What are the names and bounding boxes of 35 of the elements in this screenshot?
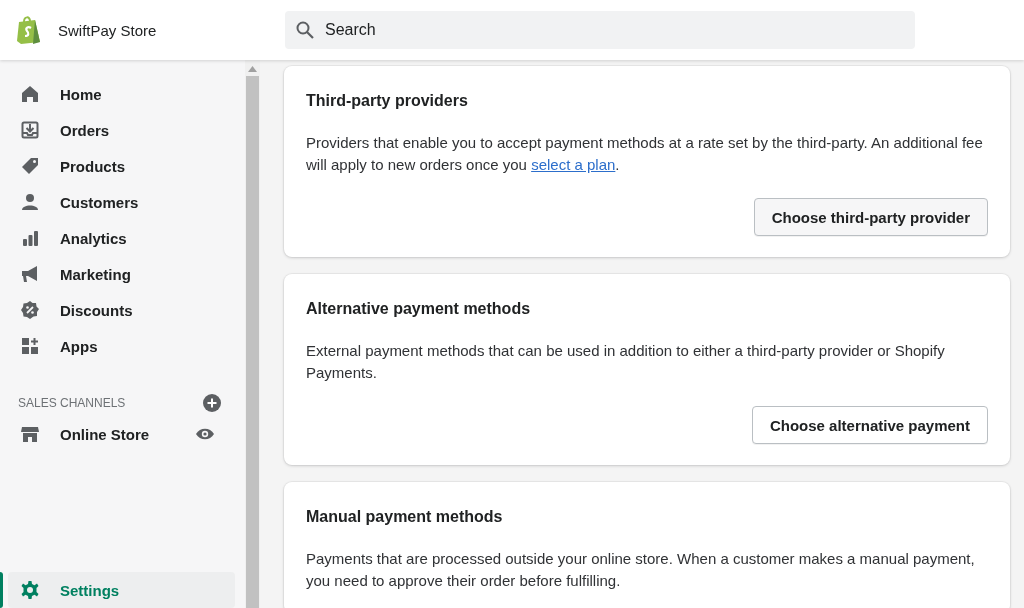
nav-item[interactable]: Home xyxy=(0,76,235,112)
nav-item[interactable]: Discounts xyxy=(0,292,235,328)
nav-item[interactable]: Online Store xyxy=(0,416,235,452)
store-name: SwiftPay Store xyxy=(58,21,157,39)
storefront-icon xyxy=(20,424,40,444)
nav-item[interactable]: Marketing xyxy=(0,256,235,292)
choose-button[interactable]: Choose third-party provider xyxy=(753,198,988,236)
apps-icon xyxy=(20,336,40,356)
card-title: Alternative payment methods xyxy=(306,300,532,318)
megaphone-icon xyxy=(20,264,40,284)
card-description: External payment methods that can be used in addition to either a third-party provider or Shopify Payments. xyxy=(306,341,946,383)
card-title: Manual payment methods xyxy=(306,508,504,526)
bar-chart-icon xyxy=(20,228,40,248)
nav-item[interactable]: Products xyxy=(0,148,235,184)
nav-item[interactable]: Analytics xyxy=(0,220,235,256)
settings-icon xyxy=(20,580,40,600)
card-description: Providers that enable you to accept payment methods at a rate set by the third-party. An additional fee will apply to new orders once you select a plan. xyxy=(306,133,984,175)
card-description: Payments that are processed outside your online store. When a customer makes a manual payment, you need to approve their order before fulfilling. xyxy=(306,549,976,591)
add-icon[interactable] xyxy=(203,394,221,412)
nav-item[interactable]: Apps xyxy=(0,328,235,364)
nav-item[interactable]: Customers xyxy=(0,184,235,220)
section-heading: SALES CHANNELS xyxy=(18,396,126,410)
download-box-icon xyxy=(20,120,40,140)
shopping-bag-logo-icon xyxy=(16,15,42,45)
home-icon xyxy=(20,84,40,104)
nav-item[interactable]: Orders xyxy=(0,112,235,148)
active-indicator xyxy=(0,572,3,608)
scrollbar-thumb[interactable] xyxy=(246,76,259,608)
discount-badge-icon xyxy=(20,300,40,320)
choose-button[interactable]: Choose alternative payment xyxy=(751,406,988,444)
search-field[interactable]: Search xyxy=(285,11,915,49)
person-icon xyxy=(20,192,40,212)
card-title: Third-party providers xyxy=(306,92,469,110)
eye-icon[interactable] xyxy=(195,427,215,441)
tag-icon xyxy=(20,156,40,176)
